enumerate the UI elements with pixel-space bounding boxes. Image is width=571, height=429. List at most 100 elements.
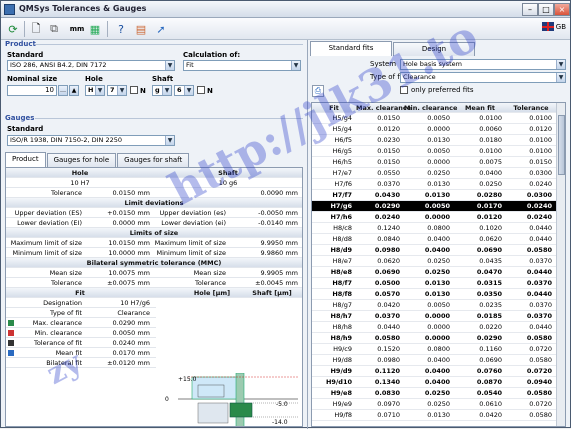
table-row[interactable]: H7/f7 0.0430 0.0130 0.0280 0.0300 — [312, 190, 557, 201]
shaft-grade-select[interactable]: 6 ▼ — [174, 85, 194, 96]
table-row[interactable]: H8/g7 0.0420 0.0050 0.0235 0.0370 — [312, 300, 557, 311]
tolerance-column-header[interactable]: Tolerance — [506, 103, 556, 113]
table-row[interactable]: H9/f8 0.0710 0.0130 0.0420 0.0580 — [312, 410, 557, 421]
gauges-standard-select[interactable]: ISO/R 1938, DIN 7150-2, DIN 2250 ▼ — [7, 135, 175, 146]
table-row[interactable]: H8/d9 0.0980 0.0400 0.0690 0.0580 — [312, 245, 557, 256]
row-label: Min. clearance — [34, 329, 82, 337]
min-clearance-column-header[interactable]: Min. clearance — [404, 103, 457, 113]
table-row[interactable]: H9/d8 0.0980 0.0400 0.0690 0.0580 — [312, 355, 557, 366]
help-icon[interactable]: ? — [113, 21, 129, 37]
type-of-fit-select[interactable]: Clearance ▼ — [400, 72, 566, 83]
fits-scrollbar[interactable] — [556, 103, 565, 426]
row-value: -0.0050 mm — [258, 209, 298, 217]
table-row[interactable]: H9/c9 0.1520 0.0800 0.1160 0.0720 — [312, 344, 557, 355]
tol-cell: 0.0720 — [529, 345, 552, 353]
hole-letter-select[interactable]: H ▼ — [85, 85, 105, 96]
table-row[interactable]: H7/f6 0.0370 0.0130 0.0250 0.0240 — [312, 179, 557, 190]
hole-n-checkbox[interactable] — [130, 86, 138, 94]
table-row[interactable]: H5/g4 0.0150 0.0050 0.0100 0.0100 — [312, 113, 557, 124]
table-row: Maximum limit of size 10.0150 mm Maximum… — [6, 238, 302, 248]
table-row[interactable]: H7/g6 0.0290 0.0050 0.0170 0.0240 — [312, 201, 557, 212]
nominal-size-input[interactable]: 10 — [7, 85, 57, 96]
book-icon[interactable]: ▤ — [133, 21, 149, 37]
minimize-button[interactable]: – — [522, 3, 538, 16]
mean-fit-column-header[interactable]: Mean fit — [454, 103, 506, 113]
maximize-button[interactable]: □ — [538, 3, 554, 16]
row-label: Upper deviation (ES) — [14, 209, 82, 217]
table-row[interactable]: H9/e8 0.0830 0.0250 0.0540 0.0580 — [312, 388, 557, 399]
table-row[interactable]: H8/h7 0.0370 0.0000 0.0185 0.0370 — [312, 311, 557, 322]
chevron-down-icon[interactable]: ▼ — [95, 86, 104, 95]
table-row[interactable]: H8/d8 0.0840 0.0400 0.0620 0.0440 — [312, 234, 557, 245]
table-row[interactable]: H6/h5 0.0150 0.0000 0.0075 0.0150 — [312, 157, 557, 168]
chevron-down-icon[interactable]: ▼ — [117, 86, 126, 95]
chevron-down-icon[interactable]: ▼ — [184, 86, 193, 95]
chevron-down-icon[interactable]: ▼ — [556, 73, 565, 82]
fit-cell: H7/f6 — [334, 180, 352, 188]
fit-cell: H9/e9 — [332, 400, 352, 408]
table-row[interactable]: H8/f7 0.0500 0.0130 0.0315 0.0370 — [312, 278, 557, 289]
calculation-select[interactable]: Fit ▼ — [183, 60, 301, 71]
chevron-down-icon[interactable]: ▼ — [162, 86, 171, 95]
print-icon[interactable]: ⎙ — [312, 85, 324, 97]
fit-cell: H8/d8 — [332, 235, 352, 243]
chevron-down-icon[interactable]: ▼ — [291, 61, 300, 70]
table-row[interactable]: H9/d9 0.1120 0.0400 0.0760 0.0720 — [312, 366, 557, 377]
fit-cell: H6/f5 — [334, 136, 352, 144]
standard-select[interactable]: ISO 286, ANSI B4.2, DIN 7172 ▼ — [7, 60, 175, 71]
tab-product[interactable]: Product — [5, 152, 46, 167]
refresh-icon[interactable]: ⟳ — [5, 21, 21, 37]
table-row[interactable]: H6/g5 0.0150 0.0050 0.0100 0.0100 — [312, 146, 557, 157]
tab-gauges-hole[interactable]: Gauges for hole — [46, 153, 117, 167]
table-row[interactable]: H8/e8 0.0690 0.0250 0.0470 0.0440 — [312, 267, 557, 278]
calculator-icon[interactable]: ▦ — [87, 21, 103, 37]
hole-label: Hole — [85, 75, 103, 83]
max-cell: 0.0150 — [377, 147, 400, 155]
chevron-down-icon[interactable]: ▼ — [165, 136, 174, 145]
toolbar-separator — [107, 21, 108, 37]
table-row[interactable]: H7/h6 0.0240 0.0000 0.0120 0.0240 — [312, 212, 557, 223]
table-row[interactable]: H9/d10 0.1340 0.0400 0.0870 0.0940 — [312, 377, 557, 388]
mean-cell: 0.0870 — [476, 378, 502, 386]
table-row[interactable]: H8/c8 0.1240 0.0800 0.1020 0.0440 — [312, 223, 557, 234]
chevron-down-icon[interactable]: ▼ — [165, 61, 174, 70]
system-select[interactable]: Hole basis system ▼ — [400, 59, 566, 70]
fit-row: Mean fit 0.0170 mm — [6, 348, 156, 358]
arrow-icon[interactable]: ➚ — [153, 21, 169, 37]
table-row[interactable]: H8/h9 0.0580 0.0000 0.0290 0.0580 — [312, 333, 557, 344]
max-clearance-column-header[interactable]: Max. clearance — [356, 103, 411, 113]
table-row[interactable]: H8/e7 0.0620 0.0250 0.0435 0.0370 — [312, 256, 557, 267]
copy-icon[interactable]: ⧉ — [46, 21, 62, 37]
table-row[interactable]: H6/f5 0.0230 0.0130 0.0180 0.0100 — [312, 135, 557, 146]
label-zero: 0 — [165, 396, 169, 403]
row-label: Mean size — [49, 269, 82, 277]
scrollbar-thumb[interactable] — [558, 115, 565, 175]
max-cell: 0.0440 — [377, 323, 400, 331]
tab-design[interactable]: Design — [393, 42, 475, 56]
fit-cell: H8/e7 — [332, 257, 352, 265]
mm-units-icon[interactable]: mm — [69, 21, 85, 37]
language-selector[interactable]: GB — [541, 22, 566, 31]
table-row[interactable]: H7/e7 0.0550 0.0250 0.0400 0.0300 — [312, 168, 557, 179]
table-row: Mean size 10.0075 mm Mean size 9.9905 mm — [6, 268, 302, 278]
shaft-letter-select[interactable]: g ▼ — [152, 85, 172, 96]
shaft-n-checkbox[interactable] — [197, 86, 205, 94]
table-row[interactable]: H9/e9 0.0970 0.0250 0.0610 0.0720 — [312, 399, 557, 410]
hole-grade-select[interactable]: 7 ▼ — [107, 85, 127, 96]
tab-gauges-shaft[interactable]: Gauges for shaft — [117, 153, 190, 167]
preferred-fits-checkbox[interactable] — [400, 86, 408, 94]
tol-cell: 0.0100 — [529, 136, 552, 144]
min-cell: 0.0400 — [424, 246, 450, 254]
chevron-down-icon[interactable]: ▼ — [556, 60, 565, 69]
nominal-more-button[interactable]: … — [58, 85, 68, 96]
table-row[interactable]: H5/g4 0.0120 0.0000 0.0060 0.0120 — [312, 124, 557, 135]
table-row[interactable]: H8/h8 0.0440 0.0000 0.0220 0.0440 — [312, 322, 557, 333]
tab-standard-fits[interactable]: Standard fits — [310, 41, 392, 56]
standard-select-value: ISO 286, ANSI B4.2, DIN 7172 — [10, 61, 107, 69]
new-document-icon[interactable]: 🗋 — [28, 21, 44, 37]
fit-column-header[interactable]: Fit — [312, 103, 356, 113]
close-button[interactable]: × — [554, 3, 570, 16]
nominal-up-icon[interactable]: ▲ — [69, 85, 79, 96]
mean-cell: 0.0075 — [479, 158, 502, 166]
table-row[interactable]: H8/f8 0.0570 0.0130 0.0350 0.0440 — [312, 289, 557, 300]
